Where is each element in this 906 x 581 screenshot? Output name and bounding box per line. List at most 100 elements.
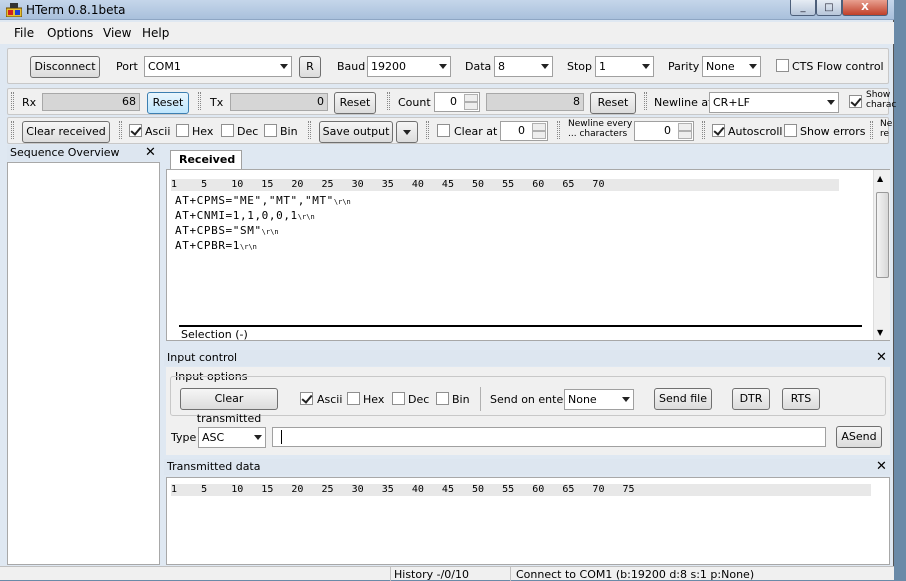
sequence-overview-title: Sequence Overview xyxy=(7,145,160,161)
rts-button[interactable]: RTS xyxy=(782,388,820,410)
toolbar-grip[interactable] xyxy=(308,121,311,139)
save-output-dropdown[interactable] xyxy=(396,121,418,143)
clear-at-checkbox[interactable] xyxy=(437,124,450,137)
bin-checkbox[interactable] xyxy=(264,124,277,137)
input-hex-label: Hex xyxy=(363,393,385,406)
save-output-button[interactable]: Save output xyxy=(319,121,393,143)
port-value: COM1 xyxy=(148,60,181,73)
show-chars-checkbox[interactable] xyxy=(849,95,862,108)
input-dec-checkbox[interactable] xyxy=(392,392,405,405)
data-bits-select[interactable]: 8 xyxy=(494,56,553,77)
dec-checkbox[interactable] xyxy=(221,124,234,137)
toolbar-grip[interactable] xyxy=(198,92,201,110)
clear-at-spinner[interactable]: 0 xyxy=(500,121,548,141)
menu-file[interactable]: File xyxy=(14,26,34,40)
spin-up-icon[interactable] xyxy=(678,123,692,131)
spin-up-icon[interactable] xyxy=(532,123,546,131)
menu-options[interactable]: Options xyxy=(47,26,93,40)
spin-down-icon[interactable] xyxy=(532,131,546,139)
spin-down-icon[interactable] xyxy=(464,102,478,110)
stop-label: Stop xyxy=(567,60,593,73)
send-on-enter-value: None xyxy=(568,393,597,406)
minimize-button[interactable]: _ xyxy=(790,0,816,16)
scroll-thumb[interactable] xyxy=(876,192,889,278)
close-icon[interactable]: ✕ xyxy=(876,350,887,365)
transmitted-data-view[interactable]: 1 5 10 15 20 25 30 35 40 45 50 55 60 65 … xyxy=(166,477,890,565)
spin-up-icon[interactable] xyxy=(464,94,478,102)
newline-select[interactable]: CR+LF xyxy=(709,92,839,113)
divider xyxy=(480,387,481,411)
chevron-down-icon xyxy=(254,435,262,440)
app-icon xyxy=(6,3,22,17)
count-spinner[interactable]: 0 xyxy=(434,92,480,112)
menu-view[interactable]: View xyxy=(103,26,131,40)
close-icon[interactable]: ✕ xyxy=(145,145,156,160)
input-ascii-label: Ascii xyxy=(317,393,343,406)
received-line: AT+CPBS="SM"\r\n xyxy=(175,224,279,237)
port-label: Port xyxy=(116,60,138,73)
parity-select[interactable]: None xyxy=(702,56,761,77)
received-line-text: AT+CPMS="ME","MT","MT" xyxy=(175,194,334,207)
refresh-ports-button[interactable]: R xyxy=(299,56,321,78)
maximize-button[interactable]: □ xyxy=(816,0,842,16)
disconnect-button[interactable]: Disconnect xyxy=(30,56,100,78)
spin-down-icon[interactable] xyxy=(678,131,692,139)
received-data-view[interactable]: 1 5 10 15 20 25 30 35 40 45 50 55 60 65 … xyxy=(166,169,890,341)
ascii-checkbox[interactable] xyxy=(129,124,142,137)
toolbar-grip[interactable] xyxy=(11,121,14,139)
count-reset-button[interactable]: Reset xyxy=(590,92,636,114)
divider xyxy=(510,567,511,581)
send-file-button[interactable]: Send file xyxy=(654,388,712,410)
autoscroll-checkbox[interactable] xyxy=(712,124,725,137)
transmitted-data-title: Transmitted data xyxy=(164,459,892,475)
port-select[interactable]: COM1 xyxy=(144,56,292,77)
clear-transmitted-button[interactable]: Clear transmitted xyxy=(180,388,278,425)
stop-bits-select[interactable]: 1 xyxy=(595,56,654,77)
main-window: HTerm 0.8.1beta _ □ X File Options View … xyxy=(0,0,896,581)
baud-value: 19200 xyxy=(371,60,406,73)
close-button[interactable]: X xyxy=(842,0,888,16)
show-errors-checkbox[interactable] xyxy=(784,124,797,137)
tx-reset-button[interactable]: Reset xyxy=(334,92,376,114)
baud-label: Baud xyxy=(337,60,366,73)
menu-help[interactable]: Help xyxy=(142,26,169,40)
scroll-up-icon[interactable]: ▲ xyxy=(877,174,883,183)
received-scrollbar[interactable]: ▲ ▼ xyxy=(873,170,890,340)
toolbar-grip[interactable] xyxy=(119,121,122,139)
toolbar-grip[interactable] xyxy=(387,92,390,110)
toolbar-grip[interactable] xyxy=(11,92,14,110)
cts-checkbox[interactable] xyxy=(776,59,789,72)
hex-checkbox[interactable] xyxy=(176,124,189,137)
send-on-enter-label: Send on enter xyxy=(490,393,568,406)
toolbar-grip[interactable] xyxy=(870,121,873,139)
toolbar-grip[interactable] xyxy=(702,121,705,139)
toolbar-grip[interactable] xyxy=(426,121,429,139)
cts-label: CTS Flow control xyxy=(792,60,884,73)
input-bin-checkbox[interactable] xyxy=(436,392,449,405)
counters-toolbar: Rx 68 Reset Tx 0 Reset Count 0 8 Reset N… xyxy=(7,88,896,115)
input-type-select[interactable]: ASC xyxy=(198,427,266,448)
dtr-button[interactable]: DTR xyxy=(732,388,770,410)
baud-select[interactable]: 19200 xyxy=(367,56,451,77)
asend-button[interactable]: ASend xyxy=(836,426,882,448)
input-text-field[interactable] xyxy=(272,427,826,447)
input-ascii-checkbox[interactable] xyxy=(300,392,313,405)
input-hex-checkbox[interactable] xyxy=(347,392,360,405)
divider xyxy=(390,567,391,581)
scroll-down-icon[interactable]: ▼ xyxy=(877,328,883,337)
received-line: AT+CNMI=1,1,0,0,1\r\n xyxy=(175,209,315,222)
clear-at-label: Clear at xyxy=(454,125,498,138)
newline-every-spinner[interactable]: 0 xyxy=(634,121,694,141)
selection-label: Selection (-) xyxy=(181,328,248,341)
tab-received-data[interactable]: Received Data xyxy=(170,150,242,184)
dec-label: Dec xyxy=(237,125,259,138)
clear-at-value: 0 xyxy=(518,124,525,137)
clear-received-button[interactable]: Clear received xyxy=(22,121,110,143)
close-icon[interactable]: ✕ xyxy=(876,459,887,474)
sequence-list[interactable] xyxy=(7,162,160,565)
rx-reset-button[interactable]: Reset xyxy=(147,92,189,114)
send-on-enter-select[interactable]: None xyxy=(564,389,634,410)
parity-label: Parity xyxy=(668,60,700,73)
toolbar-grip[interactable] xyxy=(644,92,647,110)
toolbar-grip[interactable] xyxy=(557,121,560,139)
